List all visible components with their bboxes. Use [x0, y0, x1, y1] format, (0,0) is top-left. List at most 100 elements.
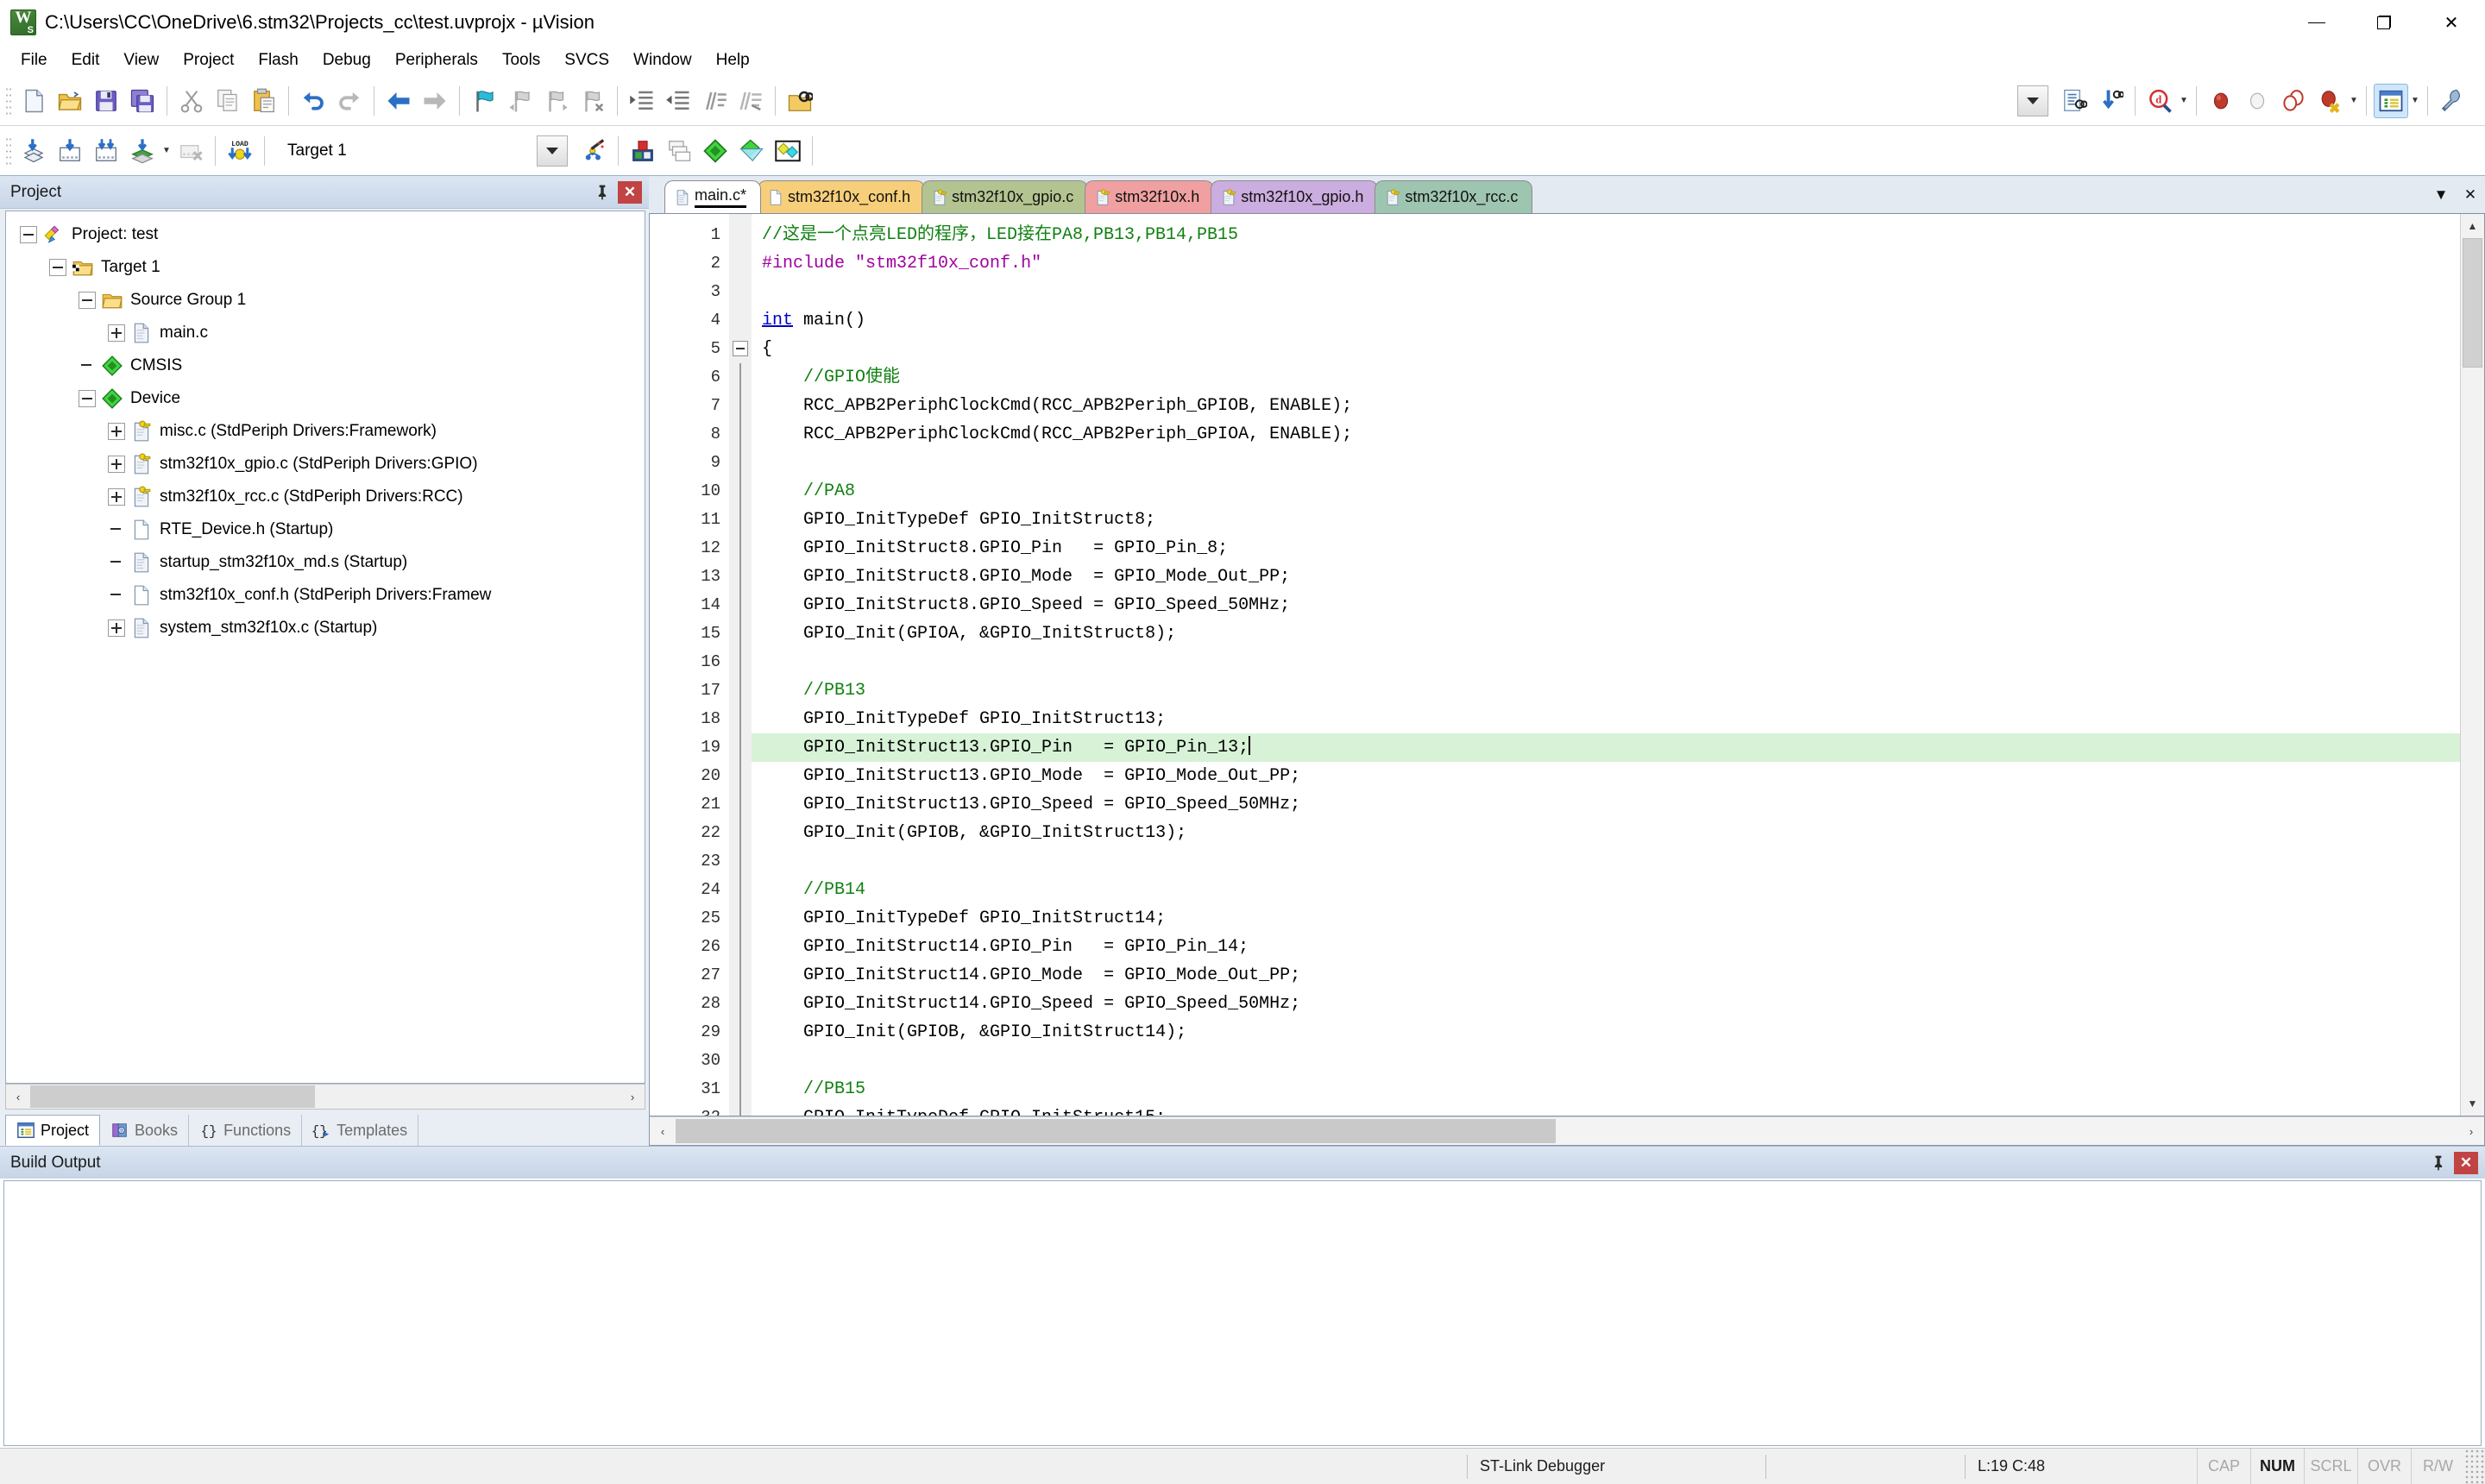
code-line[interactable]: GPIO_InitStruct14.GPIO_Mode = GPIO_Mode_…	[752, 961, 2460, 990]
copy-button[interactable]	[211, 84, 245, 118]
save-all-button[interactable]	[125, 84, 160, 118]
pack-filter-button[interactable]	[734, 134, 769, 168]
scrollbar-track[interactable]	[2461, 238, 2484, 1091]
code-content[interactable]: //这是一个点亮LED的程序，LED接在PA8,PB13,PB14,PB15 #i…	[752, 214, 2460, 1116]
code-line[interactable]: //PB14	[752, 876, 2460, 904]
comment-button[interactable]	[697, 84, 732, 118]
chevron-down-icon[interactable]: ▼	[2348, 84, 2360, 118]
project-tree-container[interactable]: Project: test Target 1 Source Group 1 main.…	[5, 211, 645, 1084]
menu-project[interactable]: Project	[171, 47, 246, 73]
tree-expander-minus-icon[interactable]	[79, 292, 96, 309]
tree-expander-minus-icon[interactable]	[20, 226, 37, 243]
code-line[interactable]: GPIO_InitStruct8.GPIO_Speed = GPIO_Speed…	[752, 591, 2460, 619]
rebuild-button[interactable]	[89, 134, 123, 168]
chevron-down-icon[interactable]: ▼	[2409, 84, 2421, 118]
incremental-find-button[interactable]	[2093, 84, 2128, 118]
code-line[interactable]: RCC_APB2PeriphClockCmd(RCC_APB2Periph_GP…	[752, 392, 2460, 420]
paste-button[interactable]	[247, 84, 281, 118]
code-line[interactable]: GPIO_InitStruct8.GPIO_Mode = GPIO_Mode_O…	[752, 563, 2460, 591]
code-line[interactable]: int main()	[752, 306, 2460, 335]
find-next-button[interactable]: d	[2142, 84, 2177, 118]
tree-expander-plus-icon[interactable]	[108, 488, 125, 506]
code-line[interactable]: GPIO_InitTypeDef GPIO_InitStruct8;	[752, 506, 2460, 534]
tree-expander-minus-icon[interactable]	[49, 259, 66, 276]
target-options-button[interactable]	[626, 134, 660, 168]
components-button[interactable]	[698, 134, 733, 168]
code-line[interactable]: GPIO_InitStruct8.GPIO_Pin = GPIO_Pin_8;	[752, 534, 2460, 563]
undo-button[interactable]	[296, 84, 330, 118]
open-file-button[interactable]	[53, 84, 87, 118]
maximize-button[interactable]	[2350, 0, 2418, 45]
build-button[interactable]	[53, 134, 87, 168]
breakpoint-enable-button[interactable]	[2240, 84, 2274, 118]
project-panel-close-icon[interactable]: ✕	[618, 180, 642, 204]
code-line[interactable]	[752, 648, 2460, 676]
build-output-body[interactable]	[3, 1180, 2482, 1446]
code-line[interactable]: //PB13	[752, 676, 2460, 705]
pin-icon[interactable]	[2426, 1151, 2450, 1175]
menu-view[interactable]: View	[111, 47, 171, 73]
project-tree-hscrollbar[interactable]: ‹ ›	[5, 1084, 645, 1110]
code-line[interactable]: GPIO_InitStruct13.GPIO_Pin = GPIO_Pin_13…	[752, 733, 2460, 762]
menu-peripherals[interactable]: Peripherals	[383, 47, 490, 73]
tree-expander-plus-icon[interactable]	[108, 619, 125, 637]
tree-expander-plus-icon[interactable]	[108, 423, 125, 440]
find-combo-dropdown[interactable]	[2017, 85, 2048, 116]
tree-item[interactable]: RTE_Device.h (Startup)	[11, 513, 645, 546]
browse-symbol-button[interactable]	[2057, 84, 2092, 118]
bookmark-next-button[interactable]	[539, 84, 574, 118]
editor-tab-stm32f10x_confh[interactable]: stm32f10x_conf.h	[758, 180, 926, 213]
scroll-left-icon[interactable]: ‹	[650, 1120, 676, 1142]
uncomment-button[interactable]	[733, 84, 768, 118]
menu-tools[interactable]: Tools	[490, 47, 552, 73]
minimize-button[interactable]	[2283, 0, 2350, 45]
code-line[interactable]: GPIO_InitStruct14.GPIO_Pin = GPIO_Pin_14…	[752, 933, 2460, 961]
cut-button[interactable]	[174, 84, 209, 118]
code-line[interactable]: GPIO_Init(GPIOA, &GPIO_InitStruct8);	[752, 619, 2460, 648]
target-selector-arrow[interactable]	[537, 135, 568, 167]
target-selector[interactable]: Target 1	[278, 135, 537, 167]
tree-item[interactable]: Device	[11, 382, 645, 415]
find-in-files-button[interactable]	[783, 84, 817, 118]
navigate-forward-button[interactable]	[418, 84, 452, 118]
panel-tab-functions[interactable]: {} Functions	[189, 1115, 303, 1146]
scroll-right-icon[interactable]: ›	[2458, 1120, 2484, 1142]
code-line[interactable]: GPIO_InitTypeDef GPIO_InitStruct14;	[752, 904, 2460, 933]
chevron-down-icon[interactable]: ▼	[2178, 84, 2190, 118]
bookmark-prev-button[interactable]	[503, 84, 538, 118]
editor-vscrollbar[interactable]: ▲ ▼	[2460, 214, 2484, 1116]
code-line[interactable]: RCC_APB2PeriphClockCmd(RCC_APB2Periph_GP…	[752, 420, 2460, 449]
code-line[interactable]	[752, 278, 2460, 306]
menu-flash[interactable]: Flash	[246, 47, 310, 73]
manage-runtime-env-button[interactable]	[576, 134, 611, 168]
bookmark-clear-button[interactable]	[576, 84, 610, 118]
breakpoint-kill-all-button[interactable]	[2312, 84, 2347, 118]
stop-build-button[interactable]	[173, 134, 208, 168]
code-line[interactable]	[752, 449, 2460, 477]
scroll-left-icon[interactable]: ‹	[6, 1085, 30, 1108]
breakpoint-insert-button[interactable]	[2204, 84, 2238, 118]
panel-tab-templates[interactable]: {} Templates	[302, 1115, 419, 1146]
scroll-down-icon[interactable]: ▼	[2461, 1091, 2484, 1116]
code-line[interactable]: GPIO_InitStruct14.GPIO_Speed = GPIO_Spee…	[752, 990, 2460, 1018]
tree-expander-plus-icon[interactable]	[108, 324, 125, 342]
code-line[interactable]: //这是一个点亮LED的程序，LED接在PA8,PB13,PB14,PB15	[752, 221, 2460, 249]
tree-item[interactable]: CMSIS	[11, 349, 645, 382]
indent-increase-button[interactable]	[625, 84, 659, 118]
new-file-button[interactable]	[16, 84, 51, 118]
tree-item[interactable]: Source Group 1	[11, 284, 645, 317]
window-resize-grip[interactable]	[2464, 1448, 2485, 1484]
scrollbar-thumb[interactable]	[2463, 238, 2482, 368]
code-line[interactable]: {	[752, 335, 2460, 363]
save-button[interactable]	[89, 84, 123, 118]
panel-tab-books[interactable]: ? Books	[100, 1115, 190, 1146]
toolbar-grip[interactable]	[5, 85, 12, 116]
close-button[interactable]: ✕	[2418, 0, 2485, 45]
project-window-button[interactable]	[2374, 83, 2408, 118]
indent-decrease-button[interactable]	[661, 84, 695, 118]
tree-item[interactable]: stm32f10x_gpio.c (StdPeriph Drivers:GPIO…	[11, 448, 645, 481]
download-button[interactable]: LOAD	[223, 134, 257, 168]
tree-item[interactable]: stm32f10x_conf.h (StdPeriph Drivers:Fram…	[11, 579, 645, 612]
code-line[interactable]: GPIO_Init(GPIOB, &GPIO_InitStruct13);	[752, 819, 2460, 847]
code-line[interactable]: GPIO_InitTypeDef GPIO_InitStruct15;	[752, 1104, 2460, 1116]
